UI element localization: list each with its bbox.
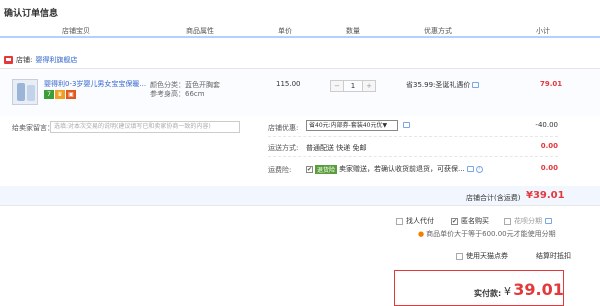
help-icon[interactable]: ? [475,165,483,173]
promo-info: 省35.99:圣诞礼遇价 [406,80,480,90]
shipping-amount: 0.00 [540,142,558,150]
product-title-link[interactable]: 婴得利0-3岁婴儿男女宝宝保暖... [44,79,148,89]
qty-input[interactable]: 1 [343,81,363,91]
huabei-checkbox[interactable] [504,217,511,225]
qty-plus-button[interactable]: + [363,81,375,91]
shop-total-value: ¥39.01 [526,190,565,201]
pay-for-me-option[interactable]: 找人代付 [396,216,434,226]
col-qty: 数量 [346,27,360,35]
shop-total-label: 店铺合计(含运费) [466,194,521,202]
col-price: 单价 [278,27,292,35]
shop-name-link[interactable]: 婴得利旗舰店 [35,55,77,65]
badge-crown-icon: ♛ [55,90,65,99]
promo-text: 省35.99:圣诞礼遇价 [406,81,471,89]
insurance-text: 卖家赠送，若确认收货前退货，可获保... [339,165,465,173]
payment-currency: ¥ [504,285,511,298]
col-attr: 商品属性 [186,27,214,35]
payment-label: 实付款: [474,289,502,298]
shop-discount-label: 店铺优惠: [268,124,299,132]
insurance-chat-icon[interactable] [466,166,474,172]
shop-icon [4,56,13,64]
anonymous-checkbox[interactable] [451,217,458,225]
check-discount-label: 结算时抵扣 [536,252,571,260]
message-label: 给卖家留言： [12,124,54,132]
shipping-method: 普通配送 快递 免邮 [306,144,367,152]
huabei-chat-icon[interactable] [545,218,552,224]
badge-card-icon: ▣ [66,90,76,99]
qty-minus-button[interactable]: − [331,81,343,91]
insurance-amount: 0.00 [540,164,558,172]
huabei-option[interactable]: 花呗分期 [504,216,552,226]
insurance-label: 运费险: [268,166,292,174]
col-promo: 优惠方式 [424,27,452,35]
page-title: 确认订单信息 [4,9,59,19]
discount-chat-icon[interactable] [403,122,410,128]
badge-7day-icon: 7 [44,90,54,99]
shop-total-amount: 39.01 [532,190,565,201]
shop-row: 店铺: 婴得利旗舰店 [4,54,77,66]
anonymous-label: 匿名购买 [461,217,489,225]
product-thumbnail[interactable] [12,79,38,105]
divider [268,136,558,137]
payment-value: ¥ 39.01 [504,280,564,299]
shipping-label: 运送方式: [268,144,299,152]
shop-discount-select[interactable]: 省40元:内部券-套装40元优▼ [306,120,398,131]
divider [268,156,558,157]
col-item: 店铺宝贝 [62,27,90,35]
unit-price: 115.00 [276,80,301,88]
table-header: 店铺宝贝 商品属性 单价 数量 优惠方式 小计 [0,24,600,38]
shop-label: 店铺: [16,56,33,64]
message-input[interactable]: 选填:对本次交易的说明(建议填写已和卖家协商一致的内容) [50,121,240,133]
payment-amount: 39.01 [513,280,564,299]
pay-for-me-label: 找人代付 [406,217,434,225]
insurance-checkbox[interactable] [306,165,313,173]
huabei-note: ● 商品单价大于等于600.00元才能使用分期 [418,229,556,239]
tmall-points-checkbox[interactable] [456,252,463,260]
huabei-label: 花呗分期 [514,217,542,225]
anonymous-option[interactable]: 匿名购买 [451,216,489,226]
quantity-stepper: − 1 + [330,80,376,92]
col-subtotal: 小计 [536,27,550,35]
insurance-info: 退货险 卖家赠送，若确认收货前退货，可获保... ? [306,164,483,174]
huabei-note-text: 商品单价大于等于600.00元才能使用分期 [426,230,556,238]
tmall-points-option[interactable]: 使用天猫点券 [456,251,508,261]
chat-icon[interactable] [472,82,480,88]
shop-total-currency: ¥ [526,190,533,201]
item-subtotal: 79.01 [540,80,563,88]
item-row [0,68,600,116]
insurance-tag: 退货险 [315,164,338,174]
shop-discount-amount: -40.00 [535,121,558,129]
pin-icon: ● [418,230,425,238]
pay-for-me-checkbox[interactable] [396,217,403,225]
attr-height: 参考身高：66cm [150,90,205,98]
tmall-points-label: 使用天猫点券 [466,252,508,260]
